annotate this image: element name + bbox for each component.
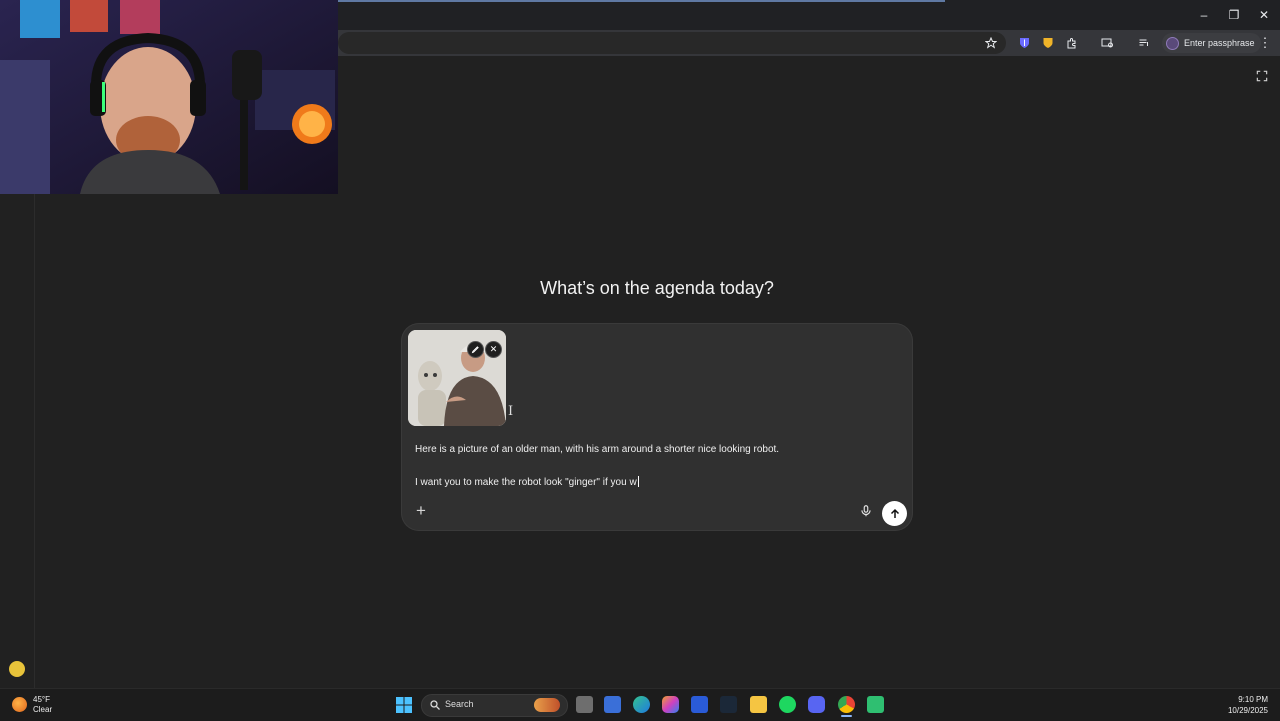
passphrase-label: Enter passphrase [1184, 38, 1255, 48]
remove-image-button[interactable]: ✕ [485, 341, 502, 358]
clock-date: 10/29/2025 [1227, 706, 1268, 715]
taskbar-search[interactable]: Search [421, 694, 568, 717]
profile-passphrase-button[interactable]: Enter passphrase [1162, 33, 1261, 53]
discord-icon[interactable] [808, 696, 825, 713]
restore-button[interactable]: ❐ [1220, 6, 1248, 24]
add-attachment-button[interactable]: + [413, 502, 429, 519]
profile-avatar-icon [1166, 36, 1179, 50]
prompt-text-line-1[interactable]: Here is a picture of an older man, with … [415, 444, 779, 455]
browser-menu-icon[interactable]: ⋮ [1258, 35, 1272, 51]
shield-extension-icon[interactable] [1040, 35, 1056, 51]
search-label: Search [445, 699, 474, 709]
page-title: What’s on the agenda today? [540, 278, 774, 298]
minimize-button[interactable]: – [1190, 6, 1218, 24]
help-indicator-icon[interactable] [9, 661, 25, 677]
mouse-ibeam-cursor: I [508, 404, 514, 419]
edge-browser-icon[interactable] [633, 696, 650, 713]
prompt-composer[interactable]: ✕ Here is a picture of an older man, wit… [401, 323, 913, 531]
snipping-tool-icon[interactable] [691, 696, 708, 713]
bookmark-star-icon[interactable] [983, 35, 999, 51]
close-window-button[interactable]: ✕ [1250, 6, 1278, 24]
clock-time: 9:10 PM [1238, 695, 1268, 704]
send-button[interactable] [882, 501, 907, 526]
prompt-text-line-2[interactable]: I want you to make the robot look "ginge… [415, 476, 639, 488]
search-icon [430, 700, 440, 710]
chrome-icon[interactable] [838, 696, 855, 713]
extensions-puzzle-icon[interactable] [1064, 35, 1080, 51]
microsoft-store-icon[interactable] [604, 696, 621, 713]
attached-image-thumbnail[interactable]: ✕ [408, 330, 506, 426]
weather-condition: Clear [33, 705, 53, 714]
active-app-indicator [841, 715, 852, 717]
search-highlight-icon [534, 698, 560, 712]
windows-start-icon[interactable] [395, 696, 413, 714]
prompt-text-line-2-content: I want you to make the robot look "ginge… [415, 477, 637, 488]
expand-icon[interactable] [1255, 69, 1269, 83]
system-clock[interactable]: 9:10 PM 10/29/2025 [1228, 694, 1268, 716]
page-load-indicator [338, 0, 945, 2]
text-caret [637, 476, 639, 487]
file-explorer-icon[interactable] [750, 696, 767, 713]
weather-temperature: 45°F [33, 695, 50, 704]
steam-icon[interactable] [720, 696, 737, 713]
spotify-icon[interactable] [779, 696, 796, 713]
weather-widget[interactable]: 45°F Clear [12, 694, 68, 716]
copilot-icon[interactable] [662, 696, 679, 713]
media-controls-icon[interactable] [1136, 35, 1152, 51]
arrow-up-icon [890, 508, 899, 518]
weather-icon [12, 697, 27, 712]
app-icon[interactable] [867, 696, 884, 713]
address-bar[interactable] [338, 32, 1006, 54]
tab-search-icon[interactable] [1099, 35, 1115, 51]
microphone-icon[interactable] [859, 504, 873, 518]
webcam-overlay [0, 0, 338, 194]
bitwarden-extension-icon[interactable] [1016, 35, 1032, 51]
edit-image-button[interactable] [467, 341, 484, 358]
task-view-icon[interactable] [576, 696, 593, 713]
